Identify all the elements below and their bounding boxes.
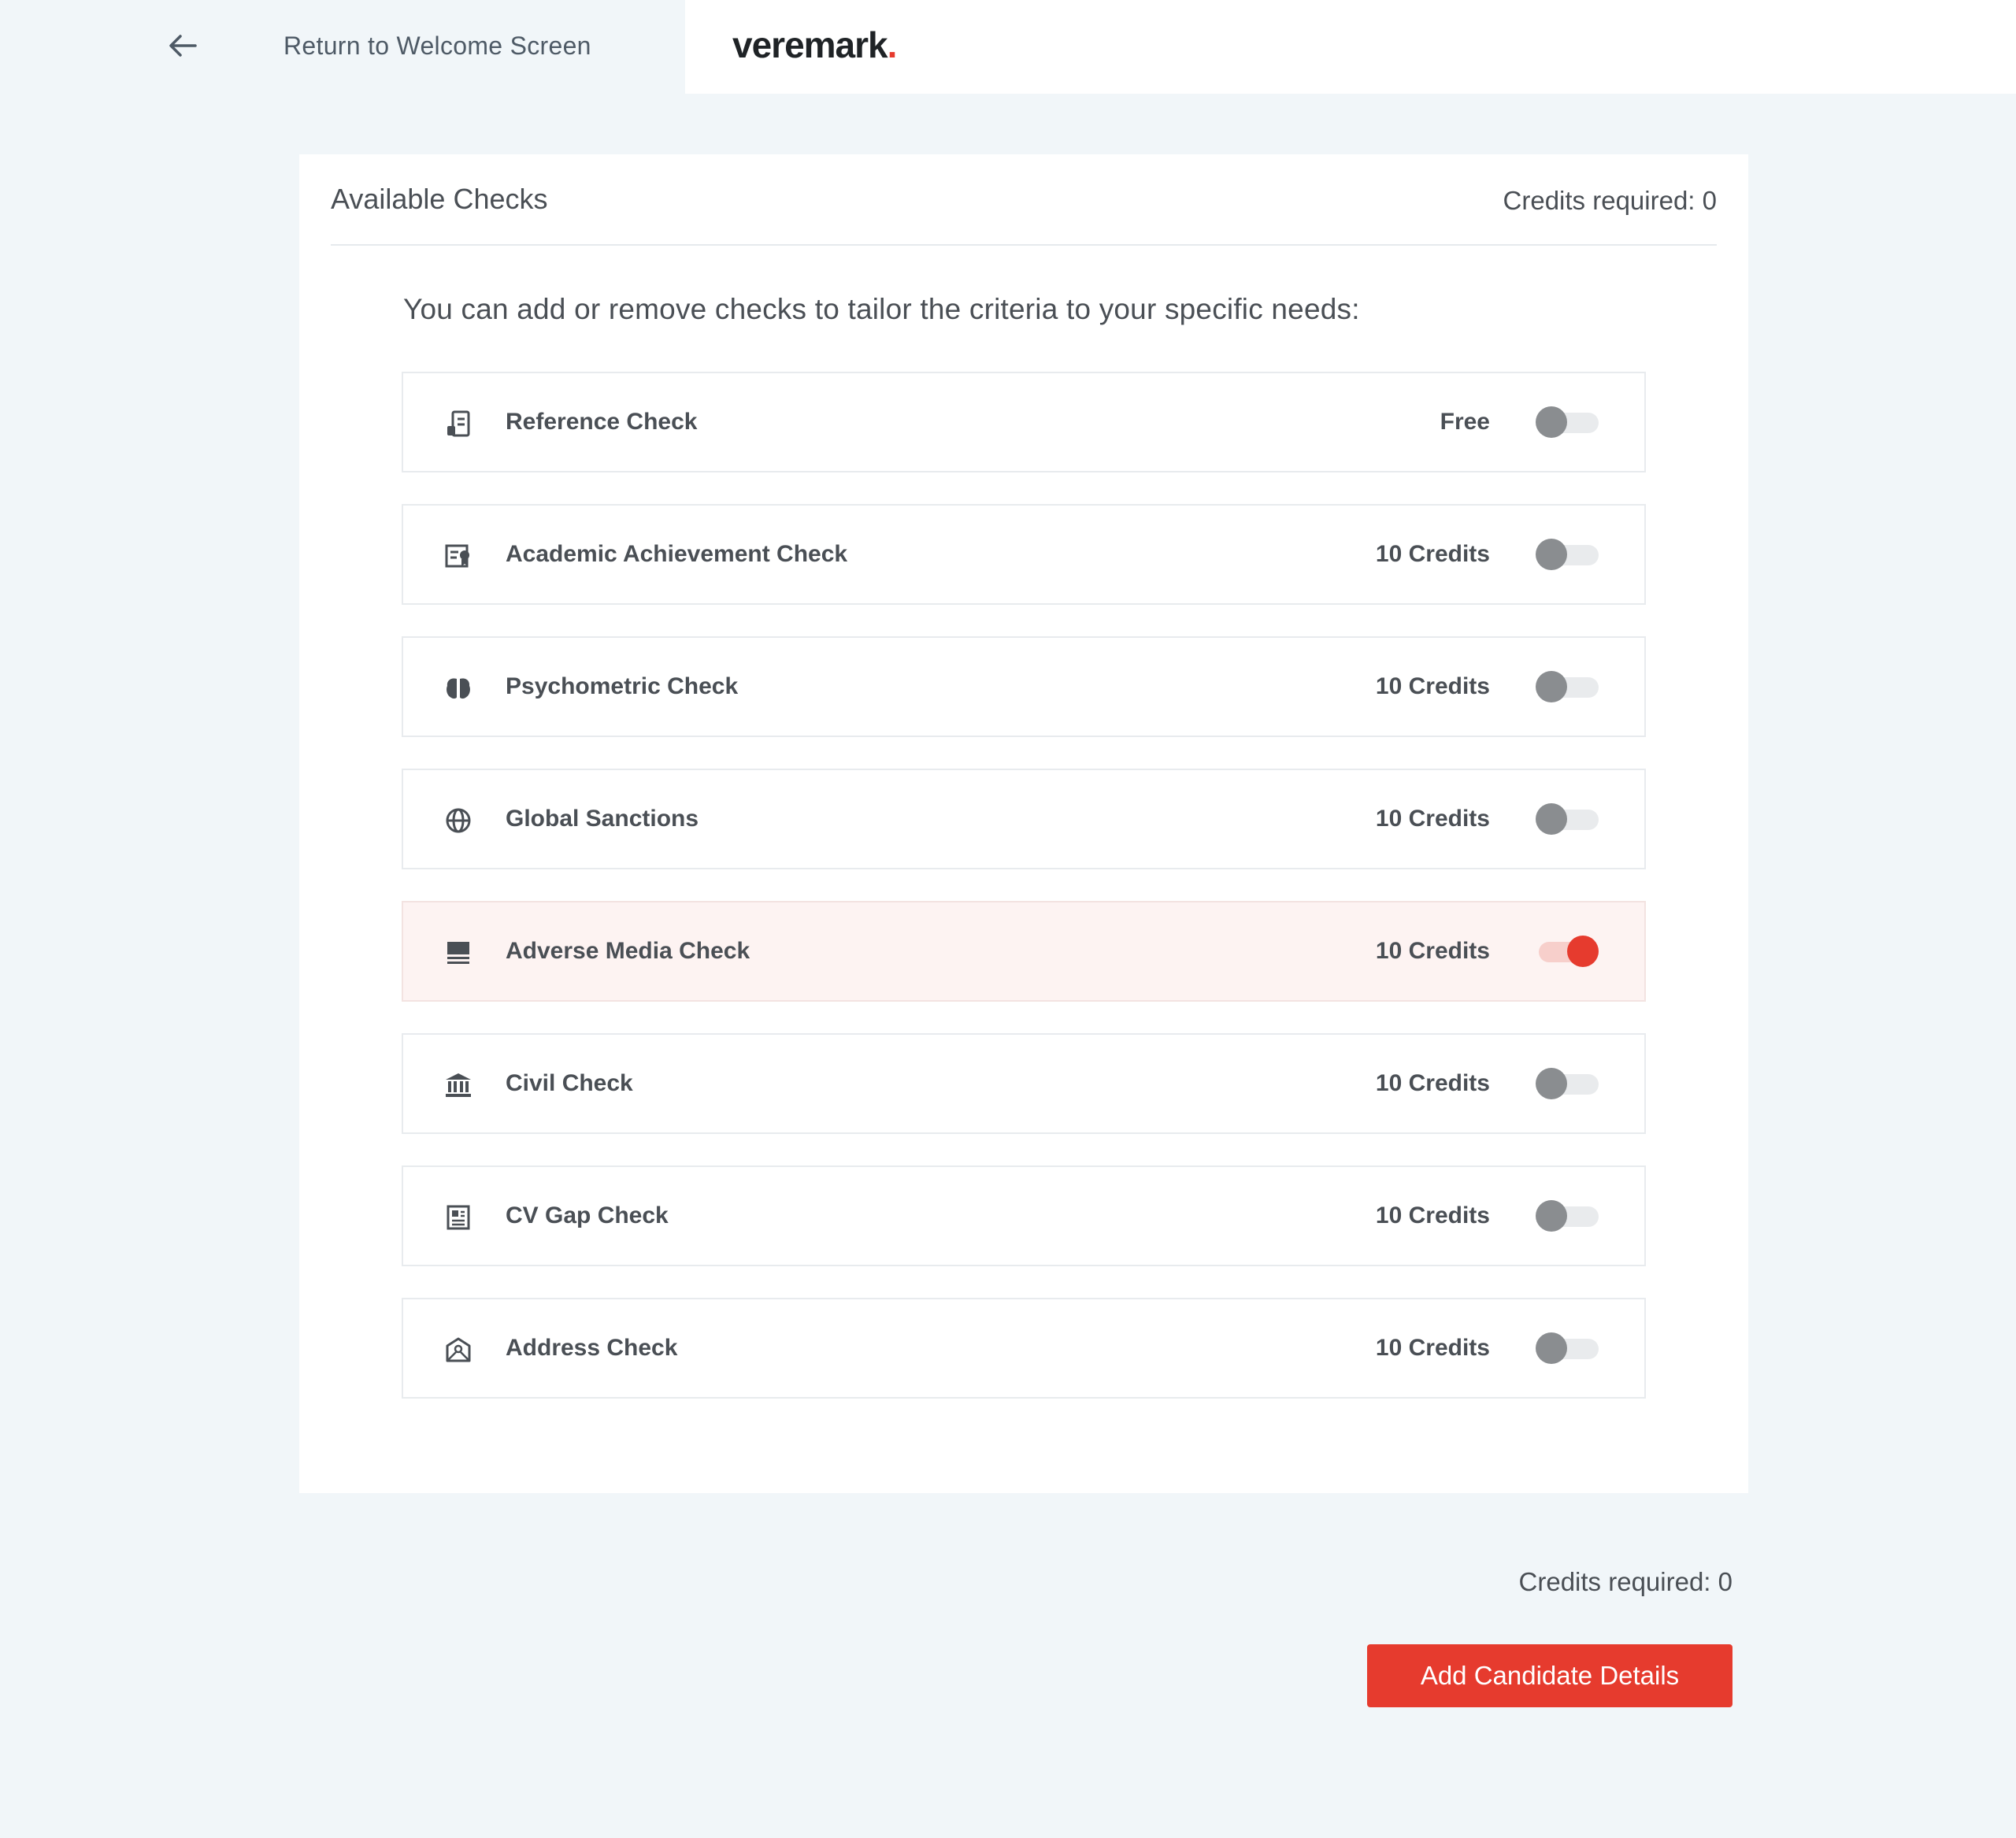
brain-icon bbox=[444, 674, 472, 702]
check-price: 10 Credits bbox=[1375, 673, 1490, 699]
address-icon bbox=[444, 1336, 472, 1364]
check-label: Global Sanctions bbox=[506, 806, 699, 832]
check-row-adverse-media[interactable]: Adverse Media Check 10 Credits bbox=[402, 901, 1646, 1002]
check-toggle[interactable] bbox=[1536, 1332, 1599, 1364]
add-candidate-details-button[interactable]: Add Candidate Details bbox=[1367, 1644, 1732, 1707]
back-nav: Return to Welcome Screen bbox=[0, 0, 685, 94]
check-price: 10 Credits bbox=[1375, 806, 1490, 832]
available-checks-card: Available Checks Credits required: 0 You… bbox=[299, 154, 1748, 1493]
check-toggle[interactable] bbox=[1536, 539, 1599, 570]
check-label: Psychometric Check bbox=[506, 673, 739, 699]
check-toggle[interactable] bbox=[1536, 936, 1599, 967]
check-row-global-sanctions[interactable]: Global Sanctions 10 Credits bbox=[402, 769, 1646, 869]
check-price: Free bbox=[1440, 409, 1490, 435]
globe-icon bbox=[444, 806, 472, 835]
check-label: Academic Achievement Check bbox=[506, 541, 848, 567]
check-price: 10 Credits bbox=[1375, 1335, 1490, 1361]
reference-icon bbox=[444, 409, 472, 438]
check-label: Civil Check bbox=[506, 1070, 633, 1096]
check-price: 10 Credits bbox=[1375, 541, 1490, 567]
intro-text: You can add or remove checks to tailor t… bbox=[403, 293, 1360, 325]
certificate-icon bbox=[444, 542, 472, 570]
check-toggle[interactable] bbox=[1536, 406, 1599, 438]
logo-dot: . bbox=[887, 24, 898, 65]
return-to-welcome-link[interactable]: Return to Welcome Screen bbox=[284, 27, 591, 65]
check-label: Reference Check bbox=[506, 409, 698, 435]
logo-text: veremark bbox=[732, 24, 888, 65]
check-row-civil[interactable]: Civil Check 10 Credits bbox=[402, 1033, 1646, 1134]
check-row-psychometric[interactable]: Psychometric Check 10 Credits bbox=[402, 636, 1646, 737]
top-bar: Return to Welcome Screen veremark. bbox=[0, 0, 2016, 94]
courthouse-icon bbox=[444, 1071, 472, 1099]
check-label: Address Check bbox=[506, 1335, 678, 1361]
credits-required-footer: Credits required: 0 bbox=[1518, 1567, 1732, 1596]
card-header: Available Checks Credits required: 0 bbox=[331, 183, 1717, 246]
card-title: Available Checks bbox=[331, 183, 548, 215]
veremark-logo: veremark. bbox=[732, 17, 898, 72]
check-toggle[interactable] bbox=[1536, 1200, 1599, 1232]
check-toggle[interactable] bbox=[1536, 803, 1599, 835]
check-row-cv-gap[interactable]: CV Gap Check 10 Credits bbox=[402, 1165, 1646, 1266]
check-price: 10 Credits bbox=[1375, 1070, 1490, 1096]
credits-required-header: Credits required: 0 bbox=[1503, 186, 1717, 215]
check-row-academic[interactable]: Academic Achievement Check 10 Credits bbox=[402, 504, 1646, 605]
check-toggle[interactable] bbox=[1536, 671, 1599, 702]
check-row-address[interactable]: Address Check 10 Credits bbox=[402, 1298, 1646, 1399]
document-icon bbox=[444, 1203, 472, 1232]
check-label: CV Gap Check bbox=[506, 1202, 669, 1228]
check-price: 10 Credits bbox=[1375, 1202, 1490, 1228]
brand-bar: veremark. bbox=[685, 0, 2016, 94]
checks-list: Reference Check Free Academic Achievemen… bbox=[402, 372, 1646, 1430]
check-price: 10 Credits bbox=[1375, 938, 1490, 964]
check-toggle[interactable] bbox=[1536, 1068, 1599, 1099]
check-row-reference[interactable]: Reference Check Free bbox=[402, 372, 1646, 472]
back-arrow-icon[interactable] bbox=[164, 27, 202, 65]
media-icon bbox=[444, 939, 472, 967]
check-label: Adverse Media Check bbox=[506, 938, 750, 964]
